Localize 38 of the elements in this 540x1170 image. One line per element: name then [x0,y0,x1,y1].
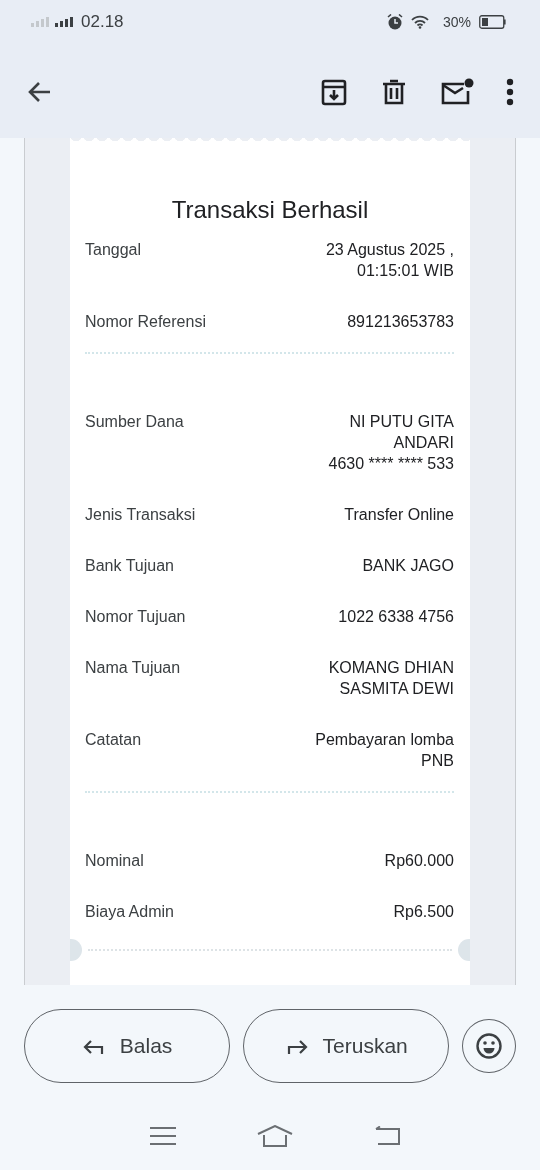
field-label: Bank Tujuan [85,556,174,576]
wifi-icon [410,14,429,29]
field-label: Jenis Transaksi [85,505,196,525]
menu-icon[interactable] [150,1126,177,1146]
smiley-icon [475,1032,504,1060]
battery-icon [479,14,506,29]
field-label: Nomor Referensi [85,312,206,332]
notch-icon [458,939,470,961]
field-label: Sumber Dana [85,412,184,432]
delete-icon[interactable] [380,77,408,106]
field-label: Nomor Tujuan [85,607,186,627]
alarm-icon [386,13,403,30]
field-value: 891213653783 [347,312,454,332]
receipt-title: Transaksi Berhasil [170,195,370,225]
field-value: Rp60.000 [384,851,454,871]
field-value: BANK JAGO [362,556,454,576]
field-value: Pembayaran lomba PNB [315,730,454,771]
field-value: KOMANG DHIAN SASMITA DEWI [328,658,454,699]
field-label: Biaya Admin [85,902,174,922]
field-value: Transfer Online [344,505,454,525]
more-icon[interactable] [506,77,514,106]
battery-level: 30% [442,13,471,30]
notch-icon [70,939,82,961]
field-value: 1022 6338 4756 [338,607,454,627]
signal-icon [55,16,73,27]
status-time: 02.18 [81,11,124,32]
field-value: Rp6.500 [393,902,454,922]
archive-icon[interactable] [320,77,348,106]
field-label: Catatan [85,730,142,750]
field-label: Nama Tujuan [85,658,181,678]
field-value: 23 Agustus 2025 , 01:15:01 WIB [325,240,454,281]
field-value: NI PUTU GITA ANDARI 4630 **** **** 533 [328,412,454,474]
home-icon[interactable] [257,1125,293,1147]
signal-icon [31,16,49,27]
field-label: Nominal [85,851,144,871]
field-label: Tanggal [85,240,142,260]
back-icon[interactable] [373,1126,400,1146]
mail-icon[interactable] [440,77,474,106]
